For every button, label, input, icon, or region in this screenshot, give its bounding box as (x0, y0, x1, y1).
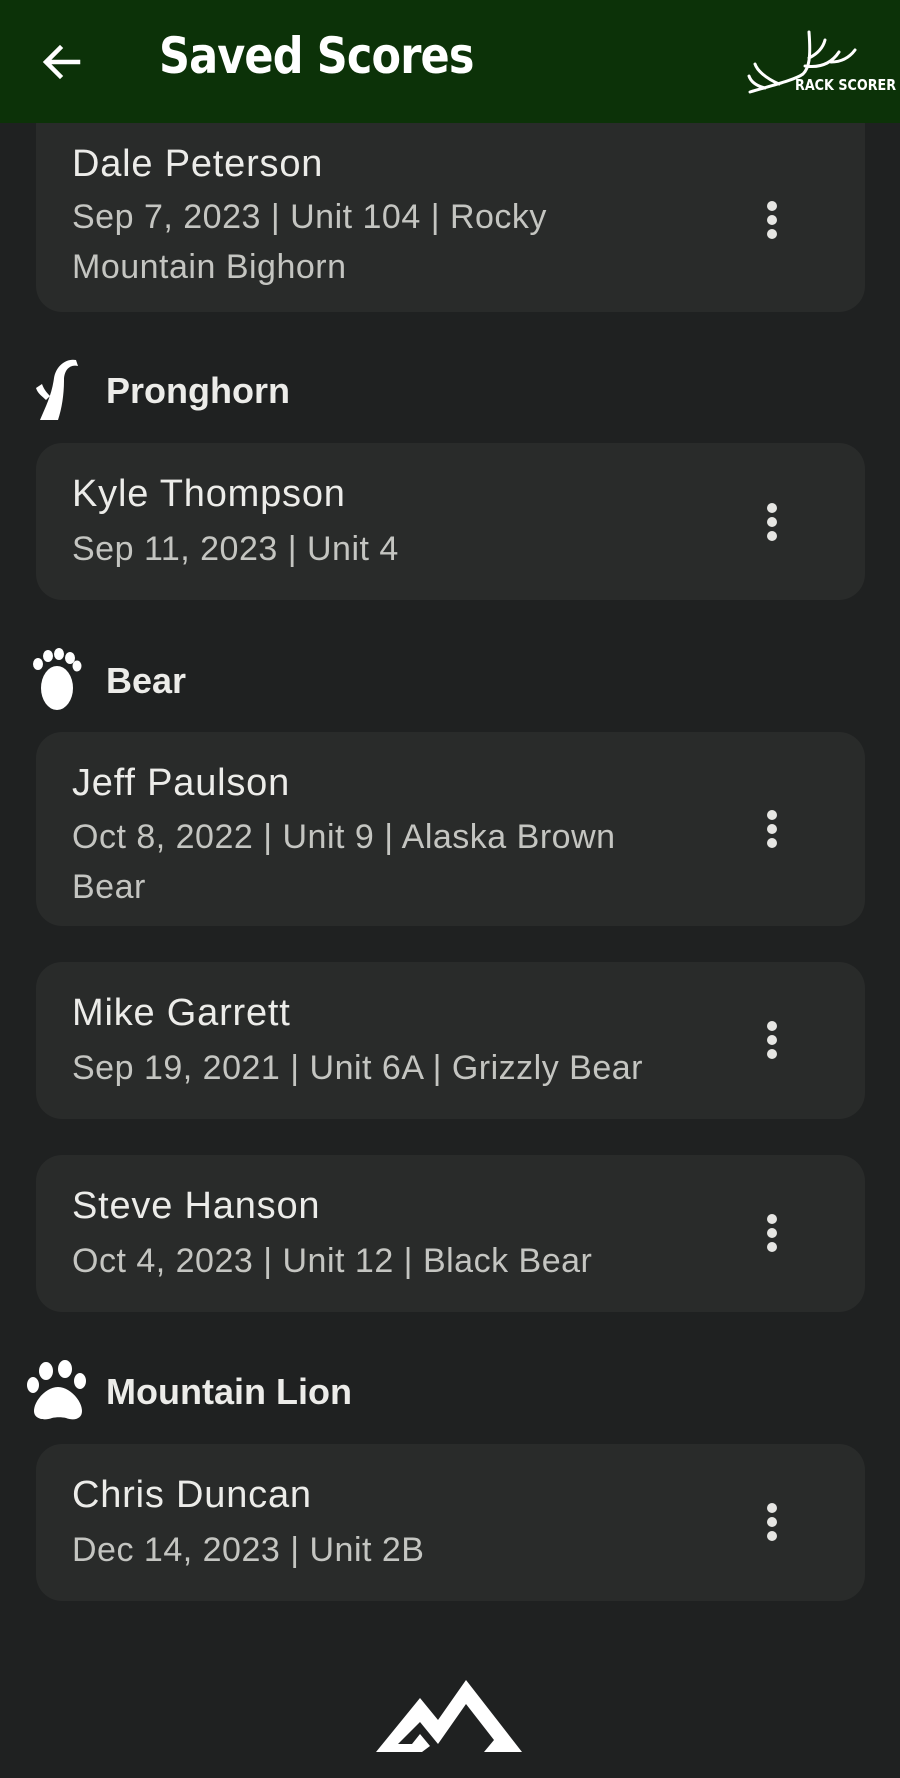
page-title: Saved Scores (159, 27, 474, 85)
score-card[interactable]: Dale Peterson Sep 7, 2023 | Unit 104 | R… (36, 98, 865, 312)
more-vert-icon (767, 1503, 777, 1541)
more-vert-icon (767, 201, 777, 239)
score-details: Oct 4, 2023 | Unit 12 | Black Bear (72, 1242, 593, 1280)
back-button[interactable] (36, 36, 88, 88)
pronghorn-horn-icon (36, 359, 78, 420)
score-card[interactable]: Kyle Thompson Sep 11, 2023 | Unit 4 (36, 443, 865, 600)
score-card[interactable]: Steve Hanson Oct 4, 2023 | Unit 12 | Bla… (36, 1155, 865, 1312)
more-vert-icon (767, 810, 777, 848)
hunter-name: Mike Garrett (72, 992, 291, 1034)
arrow-left-icon (42, 44, 81, 80)
more-vert-icon (767, 1021, 777, 1059)
score-details: Oct 8, 2022 | Unit 9 | Alaska Brown Bear (72, 818, 616, 906)
bear-paw-icon (33, 648, 82, 710)
more-options-button[interactable] (748, 1203, 796, 1263)
hunter-name: Jeff Paulson (72, 762, 291, 804)
hunter-name: Dale Peterson (72, 143, 324, 185)
more-options-button[interactable] (748, 492, 796, 552)
score-card[interactable]: Chris Duncan Dec 14, 2023 | Unit 2B (36, 1444, 865, 1601)
more-options-button[interactable] (748, 799, 796, 859)
score-details: Sep 11, 2023 | Unit 4 (72, 530, 399, 568)
section-label: Bear (106, 660, 187, 701)
brand-text: RACK SCORER (795, 76, 897, 94)
score-details: Sep 19, 2021 | Unit 6A | Grizzly Bear (72, 1049, 643, 1087)
saved-scores-screen: Saved Scores RACK SCORER Dale Peterson S… (0, 0, 900, 1778)
section-label: Mountain Lion (106, 1371, 352, 1412)
lion-paw-icon (27, 1360, 86, 1420)
more-vert-icon (767, 503, 777, 541)
mountain-logo-icon (376, 1680, 522, 1752)
brand-logo: RACK SCORER (745, 28, 896, 98)
more-options-button[interactable] (748, 1492, 796, 1552)
app-bar: Saved Scores RACK SCORER (0, 0, 900, 123)
score-details: Dec 14, 2023 | Unit 2B (72, 1531, 425, 1569)
score-card[interactable]: Jeff Paulson Oct 8, 2022 | Unit 9 | Alas… (36, 732, 865, 926)
hunter-name: Kyle Thompson (72, 473, 346, 515)
more-options-button[interactable] (748, 1010, 796, 1070)
more-vert-icon (767, 1214, 777, 1252)
more-options-button[interactable] (748, 190, 796, 250)
section-label: Pronghorn (106, 370, 290, 411)
hunter-name: Steve Hanson (72, 1185, 321, 1227)
hunter-name: Chris Duncan (72, 1474, 312, 1516)
score-card[interactable]: Mike Garrett Sep 19, 2021 | Unit 6A | Gr… (36, 962, 865, 1119)
score-details: Sep 7, 2023 | Unit 104 | Rocky Mountain … (72, 198, 547, 286)
